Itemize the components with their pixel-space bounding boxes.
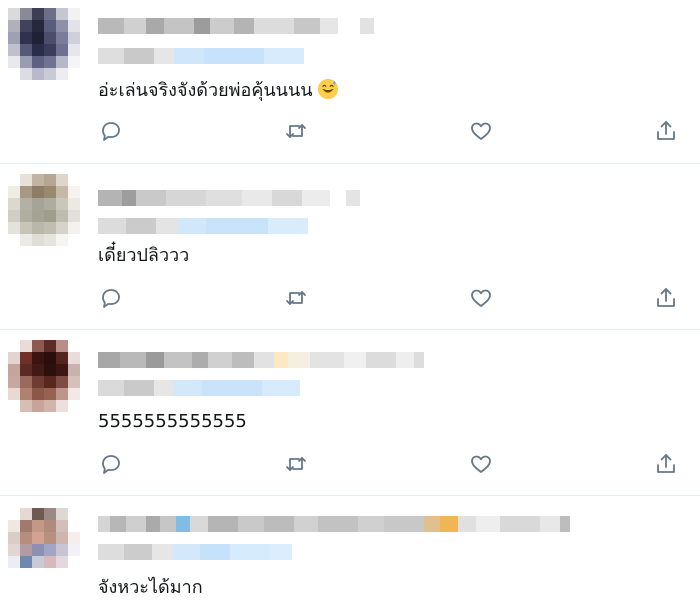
share-button[interactable]	[654, 286, 680, 312]
tweet-card[interactable]: 5555555555555	[0, 330, 700, 496]
blurred-reply-context[interactable]	[98, 218, 308, 234]
retweet-icon	[286, 291, 306, 305]
heart-icon	[471, 122, 491, 140]
blurred-reply-context[interactable]	[98, 48, 304, 64]
like-button[interactable]	[469, 119, 495, 145]
blurred-reply-context[interactable]	[98, 380, 300, 396]
retweet-button[interactable]	[284, 286, 310, 312]
reply-feed: อ่ะเล่นจริงจังด้วยพ่อคุ้นนนน เดี๋ยวปลิวว…	[0, 0, 700, 616]
retweet-button[interactable]	[284, 119, 310, 145]
tweet-text: 5555555555555	[98, 411, 247, 432]
tweet-actions	[0, 119, 700, 145]
share-icon	[657, 454, 675, 473]
tweet-card[interactable]: เดี๋ยวปลิววว	[0, 164, 700, 330]
reply-icon	[102, 455, 120, 474]
like-button[interactable]	[469, 452, 495, 478]
heart-icon	[471, 455, 491, 473]
reply-icon	[102, 122, 120, 141]
avatar[interactable]	[8, 8, 80, 88]
like-button[interactable]	[469, 286, 495, 312]
share-button[interactable]	[654, 119, 680, 145]
tweet-text: อ่ะเล่นจริงจังด้วยพ่อคุ้นนนน	[98, 78, 339, 103]
share-icon	[657, 288, 675, 307]
share-icon	[657, 121, 675, 140]
retweet-icon	[286, 124, 306, 138]
avatar[interactable]	[8, 508, 80, 588]
tweet-text: จังหวะได้มาก	[98, 577, 203, 598]
tweet-text: เดี๋ยวปลิววว	[98, 245, 190, 266]
retweet-button[interactable]	[284, 452, 310, 478]
blurred-reply-context[interactable]	[98, 544, 292, 560]
blurred-user-name[interactable]	[98, 516, 570, 532]
blurred-user-name[interactable]	[98, 190, 360, 206]
reply-button[interactable]	[99, 286, 125, 312]
avatar[interactable]	[8, 174, 80, 254]
share-button[interactable]	[654, 452, 680, 478]
tweet-card[interactable]: จังหวะได้มาก	[0, 496, 700, 616]
blurred-user-name[interactable]	[98, 352, 424, 368]
blurred-user-name[interactable]	[98, 18, 374, 34]
avatar[interactable]	[8, 340, 80, 420]
tweet-card[interactable]: อ่ะเล่นจริงจังด้วยพ่อคุ้นนนน	[0, 0, 700, 164]
heart-icon	[471, 289, 491, 307]
retweet-icon	[286, 457, 306, 471]
tweet-actions	[0, 286, 700, 312]
tweet-actions	[0, 452, 700, 478]
reply-button[interactable]	[99, 452, 125, 478]
reply-icon	[102, 289, 120, 308]
tweet-text-content: อ่ะเล่นจริงจังด้วยพ่อคุ้นนนน	[98, 80, 313, 101]
reply-button[interactable]	[99, 119, 125, 145]
grinning-face-with-sweat-emoji-icon	[317, 78, 339, 100]
